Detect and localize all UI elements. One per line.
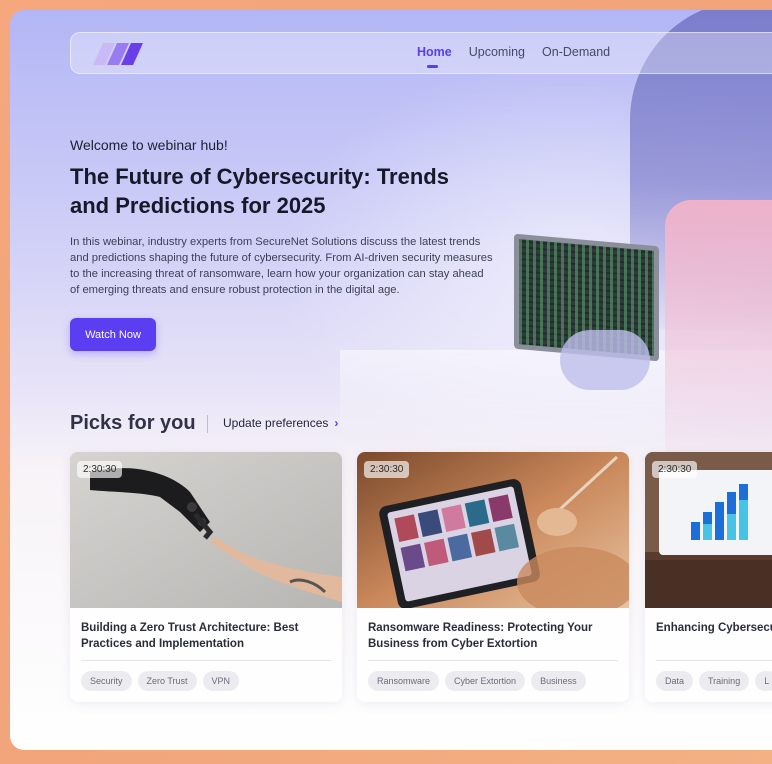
- webinar-card[interactable]: 2:30:30 Ransomware Readiness: Protecting…: [357, 452, 629, 702]
- chair-shape: [665, 200, 772, 480]
- hero-illustration: [340, 10, 772, 480]
- tag[interactable]: Ransomware: [368, 671, 440, 691]
- tag[interactable]: Business: [531, 671, 586, 691]
- tag[interactable]: VPN: [202, 671, 240, 691]
- duration-badge: 2:30:30: [652, 461, 698, 478]
- page-frame: Home Upcoming On-Demand Welcome to webin…: [10, 10, 772, 750]
- webinar-card[interactable]: 2:30:30 Building a Zero Trust Architectu…: [70, 452, 342, 702]
- card-title: Building a Zero Trust Architecture: Best…: [81, 622, 299, 650]
- card-thumbnail: 2:30:30: [357, 452, 629, 608]
- card-title: Enhancing Cybersecuri Training: [656, 622, 772, 634]
- update-preferences-link[interactable]: Update preferences ›: [223, 416, 338, 430]
- hero-title: The Future of Cybersecurity: Trends and …: [70, 164, 449, 218]
- card-tags: Security Zero Trust VPN: [81, 671, 240, 691]
- top-navigation: Home Upcoming On-Demand: [70, 32, 772, 74]
- card-thumbnail: 2:30:30: [645, 452, 772, 608]
- nav-links: Home Upcoming On-Demand: [417, 45, 610, 68]
- chevron-right-icon: ›: [334, 416, 339, 430]
- welcome-text: Welcome to webinar hub!: [70, 137, 228, 153]
- tag[interactable]: Zero Trust: [137, 671, 197, 691]
- nav-home[interactable]: Home: [417, 45, 452, 68]
- hero-description: In this webinar, industry experts from S…: [70, 236, 493, 296]
- card-divider: [368, 660, 618, 661]
- tag[interactable]: Security: [81, 671, 132, 691]
- card-tags: Ransomware Cyber Extortion Business: [368, 671, 586, 691]
- picks-divider: [207, 415, 208, 433]
- card-tags: Data Training L: [656, 671, 772, 691]
- logo-icon[interactable]: [93, 43, 149, 65]
- picks-heading: Picks for you: [70, 412, 196, 434]
- card-divider: [656, 660, 772, 661]
- webinar-card[interactable]: 2:30:30 Enhancing Cybersecuri Training D…: [645, 452, 772, 702]
- tag[interactable]: L: [755, 671, 772, 691]
- card-title: Ransomware Readiness: Protecting Your Bu…: [368, 622, 593, 650]
- card-thumbnail: 2:30:30: [70, 452, 342, 608]
- nav-on-demand[interactable]: On-Demand: [542, 45, 610, 59]
- tag[interactable]: Cyber Extortion: [445, 671, 526, 691]
- update-preferences-label: Update preferences: [223, 416, 329, 430]
- watch-now-button[interactable]: Watch Now: [70, 318, 156, 351]
- duration-badge: 2:30:30: [364, 461, 410, 478]
- tag[interactable]: Training: [699, 671, 750, 691]
- card-divider: [81, 660, 331, 661]
- hand-shape: [560, 330, 650, 390]
- tag[interactable]: Data: [656, 671, 694, 691]
- duration-badge: 2:30:30: [77, 461, 123, 478]
- nav-upcoming[interactable]: Upcoming: [469, 45, 525, 59]
